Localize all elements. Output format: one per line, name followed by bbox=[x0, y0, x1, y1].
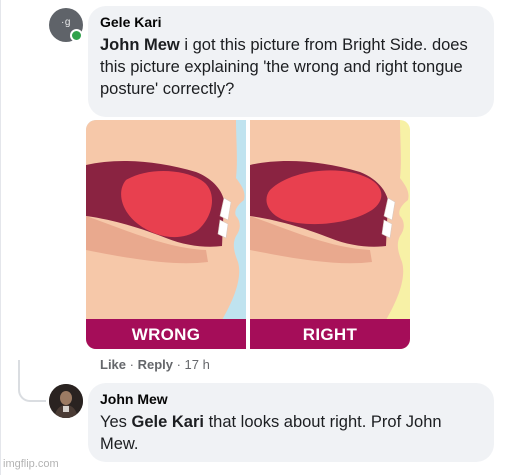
wrong-panel bbox=[86, 120, 246, 349]
reply-connector bbox=[18, 360, 46, 402]
tongue-posture-illustration bbox=[86, 120, 410, 349]
watermark: imgflip.com bbox=[3, 458, 59, 470]
avatar[interactable] bbox=[49, 384, 83, 418]
reply-button[interactable]: Reply bbox=[138, 357, 173, 372]
comment-actions: Like · Reply · 17 h bbox=[100, 357, 210, 372]
comment-text: John Mew i got this picture from Bright … bbox=[100, 34, 482, 100]
profile-photo-icon bbox=[49, 384, 83, 418]
label-wrong: WRONG bbox=[86, 319, 246, 349]
comment-prefix: Yes bbox=[100, 413, 132, 431]
separator: · bbox=[172, 357, 185, 372]
mention-link[interactable]: John Mew bbox=[100, 36, 180, 54]
thread-line bbox=[0, 0, 1, 475]
avatar-initials: ·g bbox=[61, 17, 71, 28]
comment-author[interactable]: Gele Kari bbox=[100, 14, 482, 30]
comment-image[interactable]: WRONG RIGHT bbox=[86, 120, 410, 349]
comment-text: Yes Gele Kari that looks about right. Pr… bbox=[100, 411, 482, 455]
reply-bubble: John Mew Yes Gele Kari that looks about … bbox=[88, 383, 494, 462]
mention-link[interactable]: Gele Kari bbox=[132, 413, 204, 431]
separator: · bbox=[126, 357, 138, 372]
comment-bubble: Gele Kari John Mew i got this picture fr… bbox=[88, 6, 494, 117]
comment-author[interactable]: John Mew bbox=[100, 391, 482, 407]
label-right: RIGHT bbox=[250, 319, 410, 349]
timestamp[interactable]: 17 h bbox=[185, 357, 210, 372]
online-status-icon bbox=[70, 29, 83, 42]
right-panel bbox=[250, 120, 410, 349]
like-button[interactable]: Like bbox=[100, 357, 126, 372]
